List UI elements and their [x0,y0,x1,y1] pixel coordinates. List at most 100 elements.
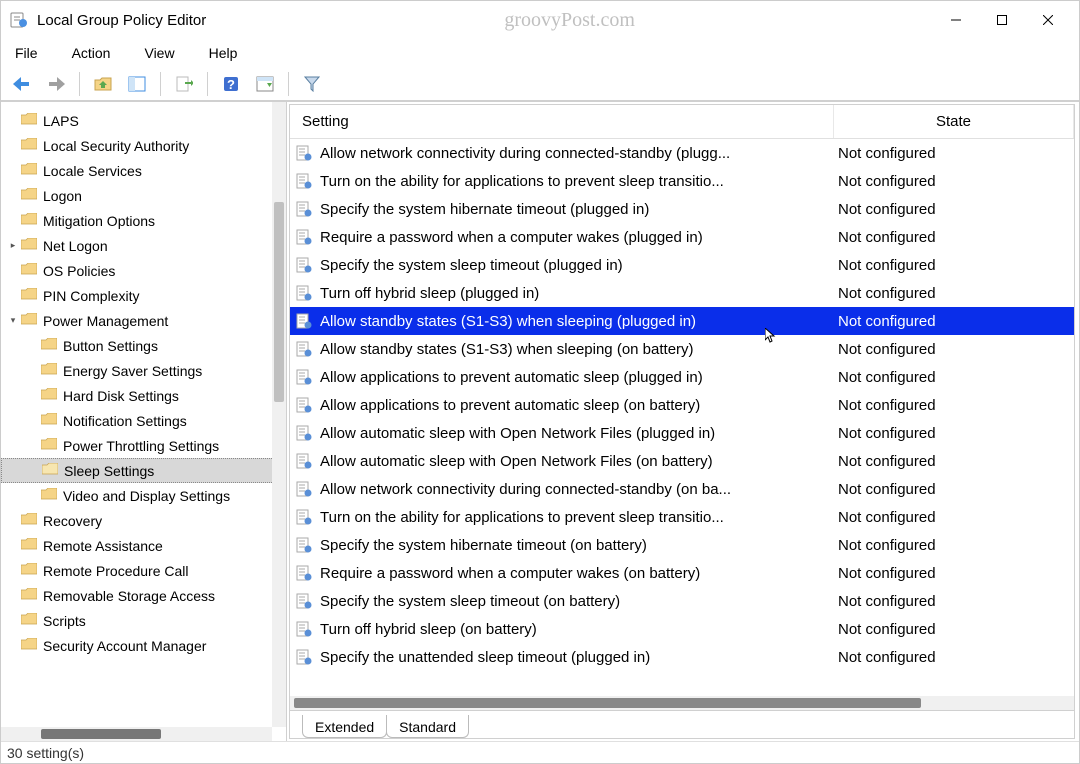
setting-row[interactable]: Allow applications to prevent automatic … [290,363,1074,391]
maximize-button[interactable] [979,4,1025,36]
tree-item[interactable]: OS Policies [1,258,286,283]
tree-item-label: Remote Assistance [43,538,163,554]
tree-item-label: PIN Complexity [43,288,139,304]
tree-item-label: Locale Services [43,163,142,179]
setting-row[interactable]: Turn on the ability for applications to … [290,167,1074,195]
settings-list[interactable]: Allow network connectivity during connec… [290,139,1074,696]
setting-name: Turn off hybrid sleep (on battery) [320,621,834,638]
tree-item[interactable]: Button Settings [1,333,286,358]
setting-state: Not configured [834,285,1074,302]
setting-name: Allow automatic sleep with Open Network … [320,453,834,470]
tree-view[interactable]: LAPSLocal Security Authority Locale Servi… [1,102,286,741]
tree-item[interactable]: Power Throttling Settings [1,433,286,458]
folder-icon [21,313,43,329]
setting-row[interactable]: Specify the system hibernate timeout (pl… [290,195,1074,223]
tree-item[interactable]: Local Security Authority [1,133,286,158]
menu-help[interactable]: Help [203,41,244,65]
toolbar-separator [160,72,161,96]
tree-horizontal-scrollbar[interactable] [1,727,272,741]
folder-icon [21,563,43,579]
setting-state: Not configured [834,621,1074,638]
tree-item[interactable]: Remote Assistance [1,533,286,558]
setting-state: Not configured [834,369,1074,386]
tree-spacer [7,540,19,552]
setting-icon [296,453,312,469]
setting-row[interactable]: Allow automatic sleep with Open Network … [290,419,1074,447]
filter-button[interactable] [297,70,327,98]
setting-row[interactable]: Require a password when a computer wakes… [290,223,1074,251]
setting-row[interactable]: Allow standby states (S1-S3) when sleepi… [290,307,1074,335]
setting-name: Turn off hybrid sleep (plugged in) [320,285,834,302]
tree-item[interactable]: Mitigation Options [1,208,286,233]
tree-item[interactable]: Video and Display Settings [1,483,286,508]
tree-item-label: Net Logon [43,238,108,254]
properties-button[interactable] [250,70,280,98]
tab-standard[interactable]: Standard [386,715,469,738]
setting-row[interactable]: Allow applications to prevent automatic … [290,391,1074,419]
setting-row[interactable]: Allow network connectivity during connec… [290,475,1074,503]
tab-extended[interactable]: Extended [302,715,387,738]
tree-item[interactable]: LAPS [1,108,286,133]
detail-horizontal-scrollbar[interactable] [290,696,1074,710]
setting-name: Require a password when a computer wakes… [320,565,834,582]
help-button[interactable]: ? [216,70,246,98]
forward-button[interactable] [41,70,71,98]
menubar: File Action View Help [1,39,1079,67]
setting-row[interactable]: Allow standby states (S1-S3) when sleepi… [290,335,1074,363]
tree-item[interactable]: Energy Saver Settings [1,358,286,383]
setting-row[interactable]: Allow automatic sleep with Open Network … [290,447,1074,475]
tree-item[interactable]: Security Account Manager [1,633,286,658]
setting-row[interactable]: Turn off hybrid sleep (plugged in)Not co… [290,279,1074,307]
setting-row[interactable]: Specify the system hibernate timeout (on… [290,531,1074,559]
column-state[interactable]: State [834,105,1074,138]
column-setting[interactable]: Setting [290,105,834,138]
back-button[interactable] [7,70,37,98]
export-button[interactable] [169,70,199,98]
chevron-right-icon[interactable]: ▸ [7,240,19,252]
tree-spacer [7,165,19,177]
menu-view[interactable]: View [138,41,180,65]
details-pane-button[interactable] [122,70,152,98]
chevron-down-icon[interactable]: ▾ [7,315,19,327]
setting-row[interactable]: Specify the unattended sleep timeout (pl… [290,643,1074,671]
tree-item[interactable]: Sleep Settings [1,458,286,483]
tree-item[interactable]: ▸ Net Logon [1,233,286,258]
folder-icon [21,538,43,554]
tree-vertical-scrollbar[interactable] [272,102,286,727]
setting-state: Not configured [834,229,1074,246]
tree-item[interactable]: Logon [1,183,286,208]
setting-row[interactable]: Require a password when a computer wakes… [290,559,1074,587]
folder-icon [41,388,63,404]
tree-item[interactable]: Removable Storage Access [1,583,286,608]
tree-item[interactable]: Locale Services [1,158,286,183]
menu-action[interactable]: Action [66,41,117,65]
tree-item[interactable]: PIN Complexity [1,283,286,308]
folder-icon [41,338,63,354]
folder-icon [21,188,43,204]
tree-pane: LAPSLocal Security Authority Locale Servi… [1,102,287,741]
tree-item-label: Power Throttling Settings [63,438,219,454]
setting-state: Not configured [834,341,1074,358]
setting-icon [296,201,312,217]
up-folder-button[interactable] [88,70,118,98]
tree-item-label: Energy Saver Settings [63,363,202,379]
minimize-button[interactable] [933,4,979,36]
tree-item[interactable]: ▾Power Management [1,308,286,333]
watermark: groovyPost.com [206,9,933,32]
setting-icon [296,257,312,273]
setting-state: Not configured [834,313,1074,330]
tree-item[interactable]: Notification Settings [1,408,286,433]
setting-row[interactable]: Turn on the ability for applications to … [290,503,1074,531]
tree-item[interactable]: Hard Disk Settings [1,383,286,408]
setting-icon [296,369,312,385]
tree-spacer [27,340,39,352]
setting-row[interactable]: Allow network connectivity during connec… [290,139,1074,167]
tree-item[interactable]: Scripts [1,608,286,633]
tree-item[interactable]: Recovery [1,508,286,533]
tree-item[interactable]: Remote Procedure Call [1,558,286,583]
menu-file[interactable]: File [9,41,44,65]
setting-row[interactable]: Specify the system sleep timeout (plugge… [290,251,1074,279]
setting-row[interactable]: Turn off hybrid sleep (on battery)Not co… [290,615,1074,643]
setting-row[interactable]: Specify the system sleep timeout (on bat… [290,587,1074,615]
close-button[interactable] [1025,4,1071,36]
